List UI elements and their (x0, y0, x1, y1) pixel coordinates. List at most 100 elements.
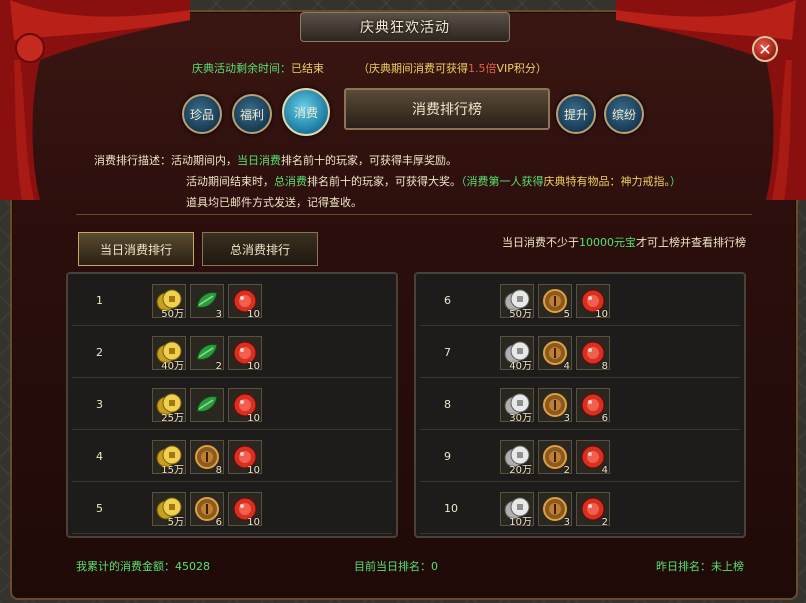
nav-welfare-label: 福利 (239, 107, 264, 122)
desc-text: 排名前十的玩家，可获得丰厚奖励。 (281, 154, 457, 167)
reward-item[interactable]: 30万 (500, 388, 534, 424)
rank-number: 4 (96, 450, 103, 463)
window-title: 庆典狂欢活动 (300, 12, 510, 42)
reward-count: 30万 (509, 413, 532, 424)
reward-item[interactable]: 40万 (152, 336, 186, 372)
desc-label: 消费排行描述： (94, 154, 171, 167)
rank-number: 3 (96, 398, 103, 411)
reward-count: 3 (563, 413, 570, 424)
rank-row: 1 50万 3 10 (72, 274, 392, 326)
reward-item[interactable]: 3 (538, 388, 572, 424)
desc-highlight: （消费第一人获得 (461, 175, 544, 188)
reward-item[interactable]: 3 (538, 492, 572, 528)
reward-count: 8 (601, 361, 608, 372)
remaining-time: 庆典活动剩余时间：已结束 (192, 60, 324, 76)
reward-count: 2 (563, 465, 570, 476)
reward-count: 50万 (509, 309, 532, 320)
rank-number: 8 (444, 398, 451, 411)
nav-upgrade-button[interactable]: 提升 (556, 94, 596, 134)
reward-item[interactable]: 10 (228, 440, 262, 476)
yesterday-rank: 昨日排名：未上榜 (656, 560, 744, 573)
reward-count: 10万 (509, 517, 532, 528)
reward-count: 3 (215, 309, 222, 320)
tab-daily-ranking[interactable]: 当日消费排行 (78, 232, 194, 266)
window-title-text: 庆典狂欢活动 (360, 20, 450, 36)
rank-row: 10 10万 3 2 (420, 482, 740, 534)
reward-count: 50万 (161, 309, 184, 320)
reward-count: 10 (247, 413, 260, 424)
notice-text: 才可上榜并查看排行榜 (636, 236, 746, 249)
rank-row: 8 30万 3 6 (420, 378, 740, 430)
reward-item[interactable]: 5万 (152, 492, 186, 528)
reward-item[interactable]: 4 (576, 440, 610, 476)
reward-count: 15万 (161, 465, 184, 476)
reward-item[interactable]: 10万 (500, 492, 534, 528)
rank-row: 9 20万 2 4 (420, 430, 740, 482)
reward-item[interactable]: 25万 (152, 388, 186, 424)
reward-item[interactable]: 2 (576, 492, 610, 528)
desc-line-1: 消费排行描述：活动期间内，当日消费排名前十的玩家，可获得丰厚奖励。 (94, 150, 681, 171)
desc-text: 活动期间结束时， (186, 175, 274, 188)
reward-item[interactable]: 8 (190, 440, 224, 476)
reward-count: 10 (595, 309, 608, 320)
reward-item[interactable]: 6 (190, 492, 224, 528)
notice-text: 当日消费不少于 (502, 236, 579, 249)
total-consumption: 我累计的消费金额：45028 (76, 560, 210, 573)
close-button[interactable]: ✕ (752, 36, 778, 62)
rank-number: 5 (96, 502, 103, 515)
reward-item[interactable]: 10 (228, 336, 262, 372)
reward-item[interactable]: 8 (576, 336, 610, 372)
nav-consume-label: 消费 (293, 105, 318, 120)
rank-row: 7 40万 4 8 (420, 326, 740, 378)
reward-count: 5 (563, 309, 570, 320)
rank-number: 10 (444, 502, 458, 515)
reward-count: 5万 (167, 517, 184, 528)
section-header: 消费排行榜 (344, 88, 550, 130)
reward-item[interactable] (190, 388, 224, 422)
nav-treasure-button[interactable]: 珍品 (182, 94, 222, 134)
reward-item[interactable]: 2 (190, 336, 224, 372)
notice-threshold: 10000元宝 (579, 236, 636, 249)
reward-item[interactable]: 6 (576, 388, 610, 424)
reward-item[interactable]: 10 (576, 284, 610, 320)
reward-count: 10 (247, 309, 260, 320)
reward-count: 6 (215, 517, 222, 528)
divider (76, 214, 752, 215)
nav-consume-button[interactable]: 消费 (282, 88, 330, 136)
reward-item[interactable]: 4 (538, 336, 572, 372)
tab-total-ranking[interactable]: 总消费排行 (202, 232, 318, 266)
vip-bonus-multiplier: 1.5倍 (468, 62, 497, 75)
desc-special-item: 庆典特有物品：神力戒指。 (543, 175, 671, 188)
reward-count: 20万 (509, 465, 532, 476)
reward-count: 25万 (161, 413, 184, 424)
desc-text: 活动期间内， (171, 154, 237, 167)
desc-highlight: 当日消费 (237, 154, 281, 167)
nav-colorful-button[interactable]: 缤纷 (604, 94, 644, 134)
ranking-list-right: 6 50万 5 10 7 40万 4 8 8 30万 3 6 9 20万 2 4 10 10万 3 2 (414, 272, 746, 538)
rank-row: 3 25万 10 (72, 378, 392, 430)
reward-item[interactable]: 10 (228, 492, 262, 528)
reward-item[interactable]: 20万 (500, 440, 534, 476)
rank-number: 2 (96, 346, 103, 359)
nav-upgrade-label: 提升 (563, 107, 588, 122)
reward-item[interactable]: 3 (190, 284, 224, 320)
desc-highlight: 总消费 (274, 175, 307, 188)
rank-row: 4 15万 8 10 (72, 430, 392, 482)
rank-row: 5 5万 6 10 (72, 482, 392, 534)
desc-highlight: ） (670, 175, 681, 188)
reward-item[interactable]: 15万 (152, 440, 186, 476)
reward-item[interactable]: 5 (538, 284, 572, 320)
desc-text: 排名前十的玩家，可获得大奖。 (307, 175, 461, 188)
rank-number: 1 (96, 294, 103, 307)
reward-item[interactable]: 50万 (500, 284, 534, 320)
nav-welfare-button[interactable]: 福利 (232, 94, 272, 134)
reward-count: 4 (601, 465, 608, 476)
reward-count: 2 (601, 517, 608, 528)
reward-count: 4 (563, 361, 570, 372)
close-icon: ✕ (758, 39, 772, 59)
reward-item[interactable]: 10 (228, 284, 262, 320)
reward-item[interactable]: 50万 (152, 284, 186, 320)
reward-item[interactable]: 2 (538, 440, 572, 476)
reward-item[interactable]: 40万 (500, 336, 534, 372)
reward-item[interactable]: 10 (228, 388, 262, 424)
